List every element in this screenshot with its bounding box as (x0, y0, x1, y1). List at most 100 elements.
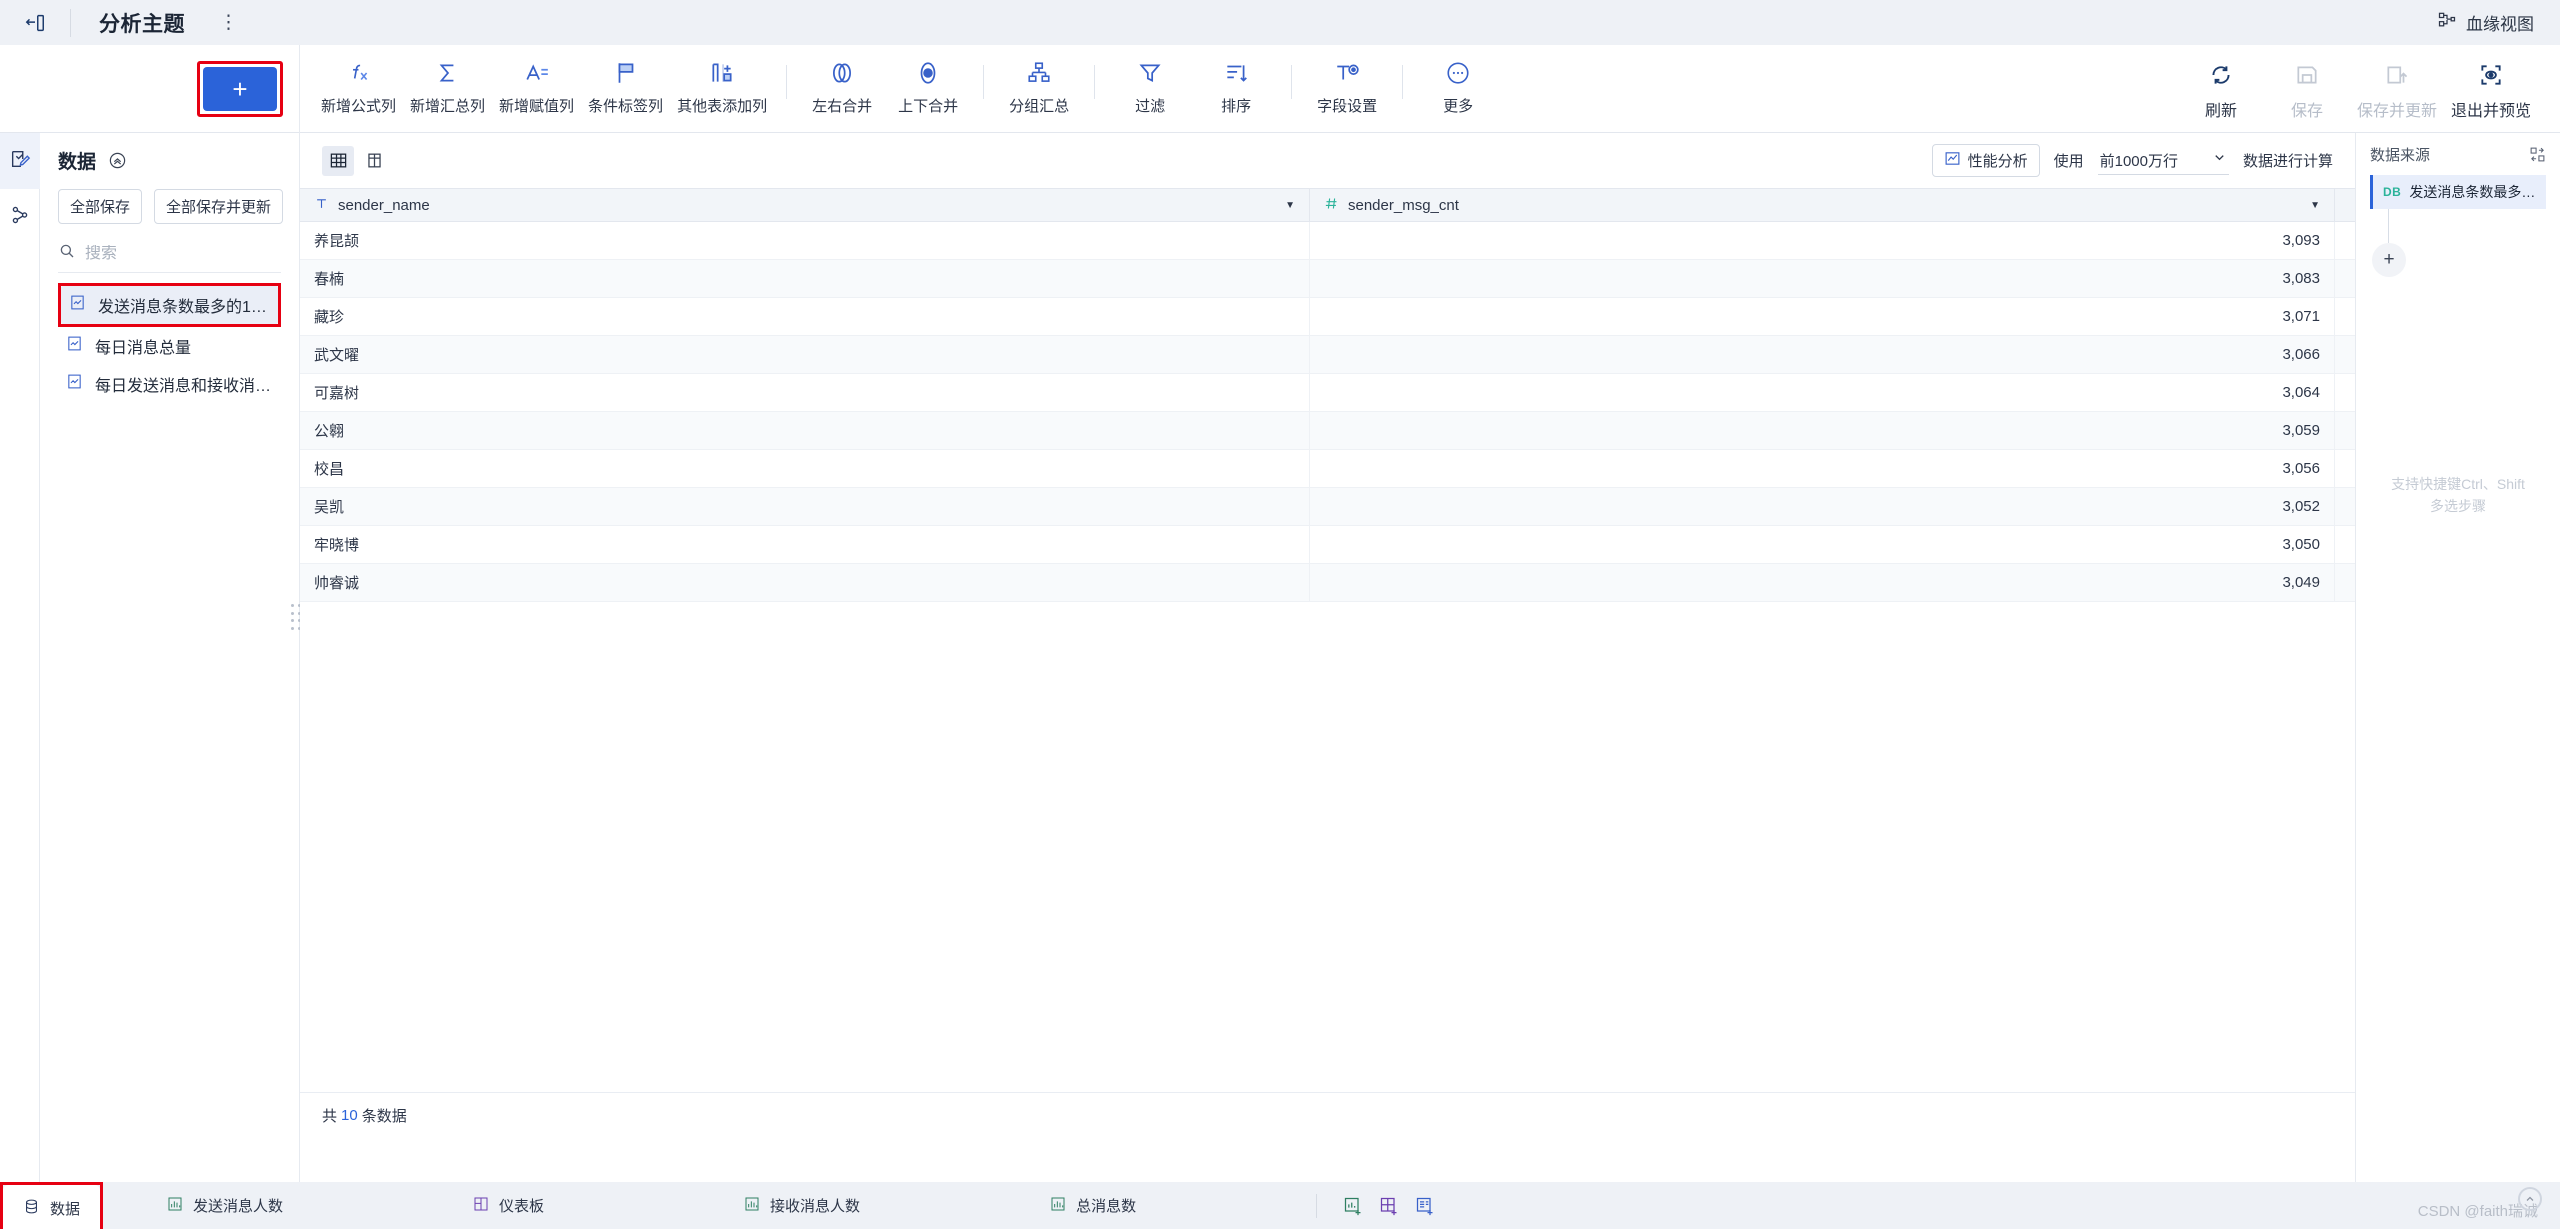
more-dots-icon (1445, 53, 1471, 93)
table-row[interactable]: 武文曜 3,066 (300, 336, 2355, 374)
save-and-update-icon (2384, 55, 2410, 95)
left-panel-buttons: 全部保存 全部保存并更新 (58, 189, 284, 224)
table-row[interactable]: 养昆颉 3,093 (300, 222, 2355, 260)
toolbar-separator (786, 65, 788, 99)
table-row[interactable]: 吴凯 3,052 (300, 488, 2355, 526)
toolbar-item-field-settings[interactable]: 字段设置 (1304, 53, 1390, 129)
lineage-view-button[interactable]: 血缘视图 (2437, 10, 2534, 35)
table-header-sender-msg-cnt[interactable]: sender_msg_cnt ▼ (1310, 189, 2335, 221)
toolbar-item-formula-column[interactable]: 新增公式列 (314, 53, 403, 129)
data-source-label: 发送消息条数最多的... (2409, 184, 2536, 200)
table-row[interactable]: 牢晓博 3,050 (300, 526, 2355, 564)
save-and-update-button[interactable]: 保存并更新 (2350, 55, 2444, 131)
cell-sender-msg-cnt: 3,093 (1310, 222, 2335, 259)
sigma-icon (435, 53, 461, 93)
table-row[interactable]: 公翱 3,059 (300, 412, 2355, 450)
rows-limit-value: 前1000万行 (2099, 152, 2178, 170)
app-root: 分析主题 ⋮ 血缘视图 + 新增公式列 新增汇总列 新增赋值列 条件标签列 其他… (0, 0, 2560, 1229)
rows-limit-select[interactable]: 前1000万行 (2097, 147, 2229, 175)
hint-line-1: 支持快捷键Ctrl、Shift (2391, 476, 2525, 492)
toolbar-label: 左右合并 (812, 98, 873, 115)
toolbar-item-group-aggregate[interactable]: 分组汇总 (996, 53, 1082, 129)
dashboard-icon (473, 1196, 489, 1216)
add-dataset-button[interactable]: + (203, 67, 277, 111)
toolbar-item-summary-column[interactable]: 新增汇总列 (403, 53, 492, 129)
topbar-more-menu[interactable]: ⋮ (219, 13, 239, 32)
sidebar-item-dataset-daily-total[interactable]: 每日消息总量 (58, 327, 281, 365)
cell-sender-name: 春楠 (300, 260, 1310, 297)
left-panel-header: 数据 (58, 133, 281, 187)
table-header-sender-name[interactable]: sender_name ▼ (300, 189, 1310, 221)
data-table: sender_name ▼ sender_msg_cnt ▼ 养昆颉 3,093 春… (300, 188, 2355, 1137)
table-row[interactable]: 可嘉树 3,064 (300, 374, 2355, 412)
rail-item-flow-nodes[interactable] (0, 189, 40, 245)
page-title: 分析主题 (99, 12, 185, 36)
toolbar-label: 字段设置 (1317, 98, 1378, 115)
search-input[interactable] (85, 244, 292, 263)
chevron-down-icon (2212, 150, 2227, 170)
refresh-label: 刷新 (2204, 103, 2237, 120)
right-panel-header: 数据来源 (2370, 133, 2546, 175)
data-source-node[interactable]: DB 发送消息条数最多的... (2370, 175, 2546, 209)
bottom-tab-send-msg-users[interactable]: 发送消息人数 (147, 1182, 303, 1229)
cell-sender-msg-cnt: 3,052 (1310, 488, 2335, 525)
exit-preview-button[interactable]: 退出并预览 (2444, 55, 2538, 131)
toolbar-label: 排序 (1221, 98, 1252, 115)
table-row[interactable]: 帅睿诚 3,049 (300, 564, 2355, 602)
collapse-up-icon[interactable] (108, 151, 127, 170)
toolbar-separator (1094, 65, 1096, 99)
chevron-down-icon[interactable]: ▼ (2310, 200, 2320, 211)
toolbar-item-union-vertical[interactable]: 上下合并 (885, 53, 971, 129)
toolbar-label: 新增汇总列 (410, 98, 486, 115)
toolbar-item-filter[interactable]: 过滤 (1107, 53, 1193, 129)
toolbar-actions: 新增公式列 新增汇总列 新增赋值列 条件标签列 其他表添加列 左右合并 上下合并… (300, 45, 1501, 129)
save-button[interactable]: 保存 (2264, 55, 2350, 131)
toolbar-right-actions: 刷新 保存 保存并更新 退出并预览 (2178, 45, 2560, 133)
cell-sender-msg-cnt: 3,071 (1310, 298, 2335, 335)
add-step-button[interactable]: + (2372, 243, 2406, 277)
toolbar-item-add-column-from-table[interactable]: 其他表添加列 (670, 53, 774, 129)
column-view-icon[interactable] (358, 146, 390, 176)
toolbar-label: 条件标签列 (588, 98, 664, 115)
toolbar-item-assign-column[interactable]: 新增赋值列 (492, 53, 581, 129)
add-report-icon[interactable] (1407, 1187, 1443, 1225)
bottom-tab-data[interactable]: 数据 (3, 1185, 101, 1229)
chevron-down-icon[interactable]: ▼ (1285, 200, 1295, 211)
cell-sender-msg-cnt: 3,050 (1310, 526, 2335, 563)
toolbar-separator (983, 65, 985, 99)
toolbar-item-condition-tag-column[interactable]: 条件标签列 (581, 53, 670, 129)
cell-sender-msg-cnt: 3,056 (1310, 450, 2335, 487)
toolbar-item-sort[interactable]: 排序 (1193, 53, 1279, 129)
exit-preview-icon (2478, 55, 2504, 95)
save-all-button[interactable]: 全部保存 (58, 189, 143, 224)
toolbar-item-more[interactable]: 更多 (1415, 53, 1501, 129)
right-panel: 数据来源 DB 发送消息条数最多的... + 支持快捷键Ctrl、Shift 多… (2355, 133, 2560, 1182)
grid-view-icon[interactable] (322, 145, 354, 176)
cell-sender-msg-cnt: 3,059 (1310, 412, 2335, 449)
table-row[interactable]: 春楠 3,083 (300, 260, 2355, 298)
add-chart-icon[interactable] (1335, 1187, 1371, 1225)
table-row[interactable]: 校昌 3,056 (300, 450, 2355, 488)
toolbar-left-section: + (0, 45, 300, 133)
sidebar-item-dataset-top10[interactable]: 发送消息条数最多的10个... (61, 286, 278, 324)
sidebar-item-dataset-send-recv[interactable]: 每日发送消息和接收消息人数 (58, 365, 281, 403)
scroll-top-icon[interactable] (2518, 1187, 2542, 1211)
toolbar-item-join-horizontal[interactable]: 左右合并 (799, 53, 885, 129)
data-db-icon (23, 1198, 40, 1219)
add-button-highlight: + (197, 61, 283, 117)
add-dashboard-icon[interactable] (1371, 1187, 1407, 1225)
bottom-tab-recv-msg-users[interactable]: 接收消息人数 (724, 1182, 880, 1229)
bottom-tab-dashboard[interactable]: 仪表板 (453, 1182, 564, 1229)
table-header-row: sender_name ▼ sender_msg_cnt ▼ (300, 188, 2355, 222)
table-row[interactable]: 藏珍 3,071 (300, 298, 2355, 336)
rail-item-edit-board[interactable] (0, 133, 40, 189)
left-panel: 数据 全部保存 全部保存并更新 搜索 发送消息条数最多的10 每日消息总量 每日… (40, 133, 317, 1182)
performance-analysis-button[interactable]: 性能分析 (1931, 144, 2040, 177)
collapse-sidebar-icon[interactable] (0, 0, 70, 45)
expand-graph-icon[interactable] (2529, 146, 2546, 163)
dataset-icon (66, 335, 83, 357)
main-toolbar: + 新增公式列 新增汇总列 新增赋值列 条件标签列 其他表添加列 左右合并 上下… (0, 45, 2560, 133)
bottom-tab-total-msgs[interactable]: 总消息数 (1030, 1182, 1156, 1229)
save-all-and-update-button[interactable]: 全部保存并更新 (154, 189, 284, 224)
refresh-button[interactable]: 刷新 (2178, 55, 2264, 131)
